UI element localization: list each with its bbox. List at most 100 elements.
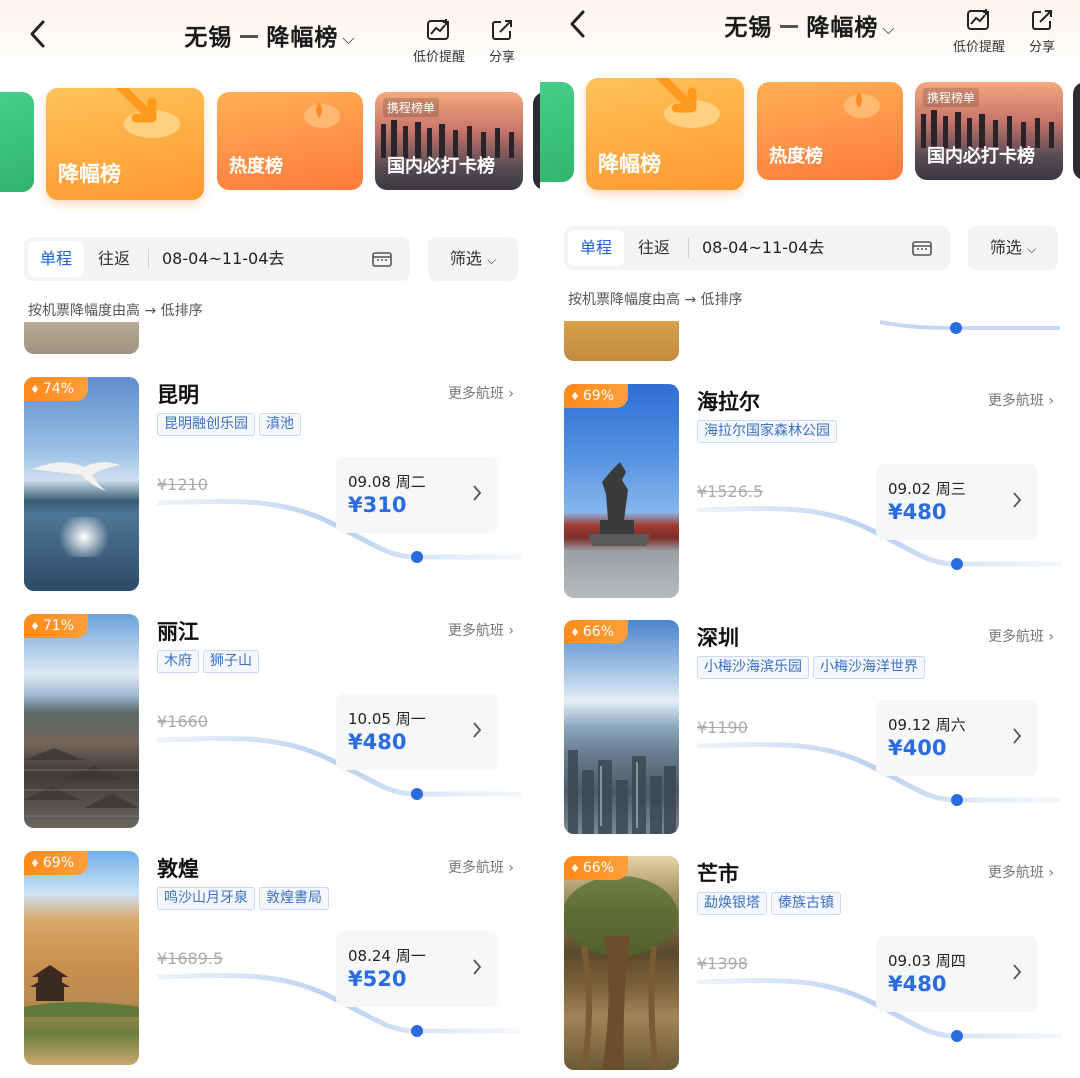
chevron-right-icon	[1013, 964, 1022, 980]
lowest-price-card[interactable]: 09.03 周四 ¥480	[876, 936, 1038, 1012]
attraction-tag[interactable]: 鸣沙山月牙泉	[157, 887, 255, 910]
tab-oneway[interactable]: 单程	[28, 241, 84, 277]
tab-oneway[interactable]: 单程	[568, 230, 624, 266]
tab-roundtrip[interactable]: 往返	[626, 230, 682, 266]
sun-reflection	[54, 517, 114, 557]
lowest-price-card[interactable]: 10.05 周一 ¥480	[336, 694, 498, 770]
sort-note: 按机票降幅度由高 → 低排序	[568, 292, 743, 308]
attraction-tag[interactable]: 敦煌書局	[259, 887, 329, 910]
attraction-tag[interactable]: 勐焕银塔	[697, 892, 767, 915]
more-flights-link[interactable]: 更多航班 ›	[988, 862, 1054, 882]
lowest-price: ¥480	[888, 500, 947, 524]
destination-photo: ♦ 69%	[24, 851, 139, 1065]
header: 无锡 降幅榜 ⌵ 低价提醒 分享	[540, 0, 1080, 70]
share-button[interactable]: 分享	[1022, 8, 1062, 55]
divider	[148, 249, 149, 269]
category-card-heat[interactable]: 热度榜	[217, 92, 363, 190]
flame-icon: ♦	[30, 857, 40, 870]
ranking-badge: 携程榜单	[923, 88, 980, 107]
attraction-tag[interactable]: 小梅沙海滨乐园	[697, 656, 809, 679]
category-card-partial[interactable]	[0, 92, 34, 192]
category-label: 国内必打卡榜	[927, 146, 1035, 167]
attraction-tag[interactable]: 昆明融创乐园	[157, 413, 255, 436]
drop-percent: 66%	[582, 860, 614, 876]
more-flights-link[interactable]: 更多航班 ›	[988, 390, 1054, 410]
date-range[interactable]: 08-04~11-04去	[702, 226, 824, 270]
category-card-checkin[interactable]: 携程榜单 国内必打卡榜	[915, 82, 1063, 180]
destination-row[interactable]: ♦ 69% 海拉尔 更多航班 › 海拉尔国家森林公园 ¥1526.5 09.02 …	[540, 384, 1080, 604]
attraction-tag[interactable]: 傣族古镇	[771, 892, 841, 915]
more-flights-link[interactable]: 更多航班 ›	[448, 620, 514, 640]
filter-button[interactable]: 筛选 ⌵	[968, 226, 1058, 270]
chevron-right-icon	[473, 485, 482, 501]
attraction-tag[interactable]: 滇池	[259, 413, 301, 436]
destination-row[interactable]: ♦ 66% 芒市 更多航班 › 勐焕银塔 傣族古镇 ¥1398 09.03 周四 ¥…	[540, 856, 1080, 1076]
header: 无锡 降幅榜 ⌵ 低价提醒 分享	[0, 0, 540, 70]
city-name: 敦煌	[157, 857, 199, 881]
attraction-tag[interactable]: 小梅沙海洋世界	[813, 656, 925, 679]
chart-alert-icon	[427, 19, 449, 40]
seagull-image	[32, 462, 120, 491]
chevron-right-icon: ›	[1048, 393, 1054, 409]
sort-note: 按机票降幅度由高 → 低排序	[28, 303, 203, 319]
price-alert-button[interactable]: 低价提醒	[406, 18, 472, 65]
category-card-checkin[interactable]: 携程榜单 国内必打卡榜	[375, 92, 523, 190]
chevron-right-icon: ›	[508, 386, 514, 402]
chevron-right-icon	[473, 722, 482, 738]
tab-roundtrip[interactable]: 往返	[86, 241, 142, 277]
calendar-icon[interactable]	[372, 250, 392, 268]
more-flights-link[interactable]: 更多航班 ›	[448, 857, 514, 877]
flame-icon: ♦	[570, 390, 580, 403]
lowest-price-card[interactable]: 09.12 周六 ¥400	[876, 700, 1038, 776]
more-flights-label: 更多航班	[447, 386, 504, 402]
lowest-price-card[interactable]: 09.08 周二 ¥310	[336, 457, 498, 533]
attraction-tags: 鸣沙山月牙泉 敦煌書局	[157, 887, 333, 910]
city-name: 深圳	[697, 626, 739, 650]
destination-row[interactable]: ♦ 69% 敦煌 更多航班 › 鸣沙山月牙泉 敦煌書局 ¥1689.5 08.24 …	[0, 851, 540, 1071]
pagoda-image	[24, 965, 139, 1017]
share-label: 分享	[1028, 40, 1055, 55]
destination-row[interactable]: ♦ 71% 丽江 更多航班 › 木府 狮子山 ¥1660 10.05 周一 ¥480	[0, 614, 540, 834]
destination-row[interactable]: ♦ 74% 昆明 更多航班 › 昆明融创乐园 滇池 ¥1210 09.08 周二 ¥…	[0, 377, 540, 597]
drop-percent-badge: ♦ 71%	[24, 614, 88, 638]
category-card-drop[interactable]: 降幅榜	[46, 88, 204, 200]
flight-date: 10.05 周一	[348, 710, 426, 728]
chevron-right-icon: ›	[1048, 629, 1054, 645]
category-card-heat[interactable]: 热度榜	[757, 82, 903, 180]
lowest-price-card[interactable]: 09.02 周三 ¥480	[876, 464, 1038, 540]
previous-item-thumbnail	[24, 322, 139, 354]
fire-cup-icon	[844, 92, 880, 118]
destination-photo: ♦ 66%	[564, 620, 679, 834]
category-card-partial[interactable]	[533, 92, 540, 190]
origin-city: 无锡	[184, 25, 233, 51]
attraction-tag[interactable]: 狮子山	[203, 650, 259, 673]
attraction-tags: 勐焕银塔 傣族古镇	[697, 892, 845, 915]
date-range[interactable]: 08-04~11-04去	[162, 237, 284, 281]
category-card-drop[interactable]: 降幅榜	[586, 78, 744, 190]
drop-percent-badge: ♦ 69%	[564, 384, 628, 408]
filter-label: 筛选	[449, 249, 482, 268]
category-card-partial[interactable]	[1073, 82, 1080, 180]
share-button[interactable]: 分享	[482, 18, 522, 65]
drop-percent: 69%	[42, 855, 74, 871]
destination-photo: ♦ 66%	[564, 856, 679, 1070]
attraction-tag[interactable]: 木府	[157, 650, 199, 673]
share-icon	[1032, 10, 1052, 30]
down-arrow-icon	[115, 88, 180, 138]
flight-date: 09.08 周二	[348, 473, 426, 491]
lowest-price-card[interactable]: 08.24 周一 ¥520	[336, 931, 498, 1007]
flight-date: 09.03 周四	[888, 952, 966, 970]
previous-price-trend	[880, 320, 1060, 334]
more-flights-link[interactable]: 更多航班 ›	[988, 626, 1054, 646]
category-card-partial[interactable]	[540, 82, 574, 182]
fire-cup-icon	[304, 102, 340, 128]
attraction-tag[interactable]: 海拉尔国家森林公园	[697, 420, 837, 443]
category-label: 热度榜	[229, 156, 283, 177]
destination-row[interactable]: ♦ 66% 深圳 更多航班 › 小梅沙海滨乐园 小梅沙海洋世界 ¥1190 09.1…	[540, 620, 1080, 840]
filter-button[interactable]: 筛选 ⌵	[428, 237, 518, 281]
calendar-icon[interactable]	[912, 239, 932, 257]
more-flights-link[interactable]: 更多航班 ›	[448, 383, 514, 403]
down-arrow-icon	[655, 78, 720, 128]
price-alert-button[interactable]: 低价提醒	[946, 8, 1012, 55]
category-label: 降幅榜	[598, 152, 661, 176]
